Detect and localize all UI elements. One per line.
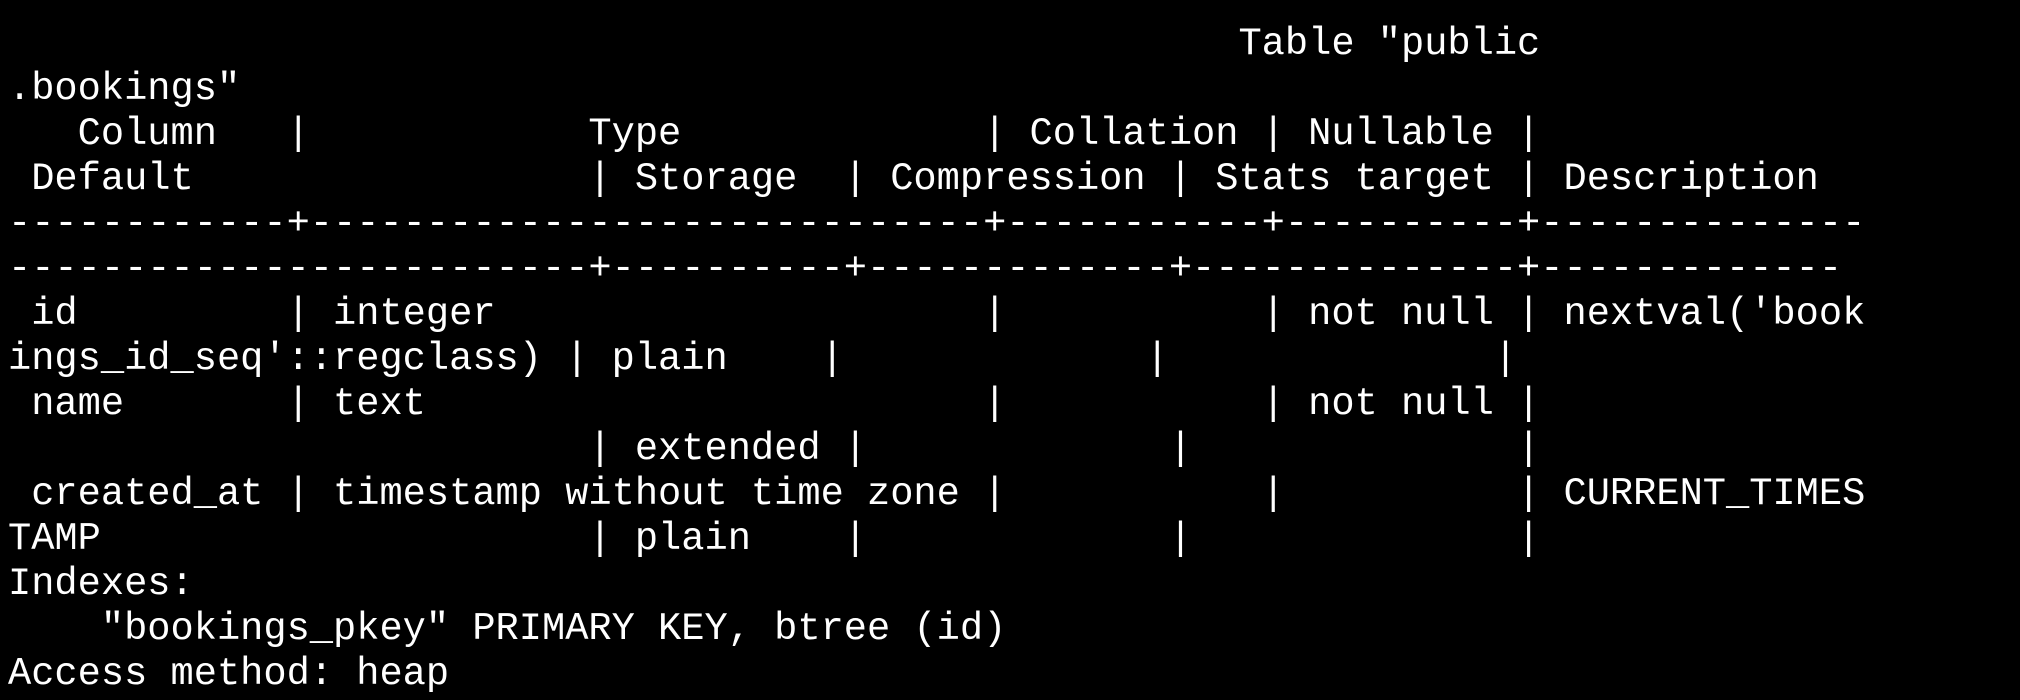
terminal-line-table-title-wrap: .bookings" xyxy=(8,67,241,111)
terminal-line-row-name: name | text | | not null | xyxy=(8,382,1541,426)
terminal-line-row-id: id | integer | | not null | nextval('boo… xyxy=(8,292,1866,336)
terminal-line-header-1: Column | Type | Collation | Nullable | xyxy=(8,112,1541,156)
terminal-window[interactable]: ~ Table "public .bookings" Column | Type… xyxy=(0,0,2020,700)
terminal-line-access-method: Access method: heap xyxy=(8,652,450,696)
terminal-line-separator-2: -------------------------+----------+---… xyxy=(8,247,1843,291)
terminal-line-table-title: Table "public xyxy=(8,22,1541,66)
terminal-line-header-2: Default | Storage | Compression | Stats … xyxy=(8,157,1819,201)
terminal-line-row-created-at-wrap: TAMP | plain | | | xyxy=(8,517,1541,561)
terminal-line-row-created-at: created_at | timestamp without time zone… xyxy=(8,472,1866,516)
terminal-partial-top-line: ~ xyxy=(0,0,23,19)
terminal-line-index-entry: "bookings_pkey" PRIMARY KEY, btree (id) xyxy=(8,607,1007,651)
terminal-line-indexes-label: Indexes: xyxy=(8,562,194,606)
terminal-line-row-name-wrap: | extended | | | xyxy=(8,427,1541,471)
terminal-line-row-id-wrap: ings_id_seq'::regclass) | plain | | | xyxy=(8,337,1518,381)
terminal-line-separator-1: ------------+---------------------------… xyxy=(8,202,1866,246)
